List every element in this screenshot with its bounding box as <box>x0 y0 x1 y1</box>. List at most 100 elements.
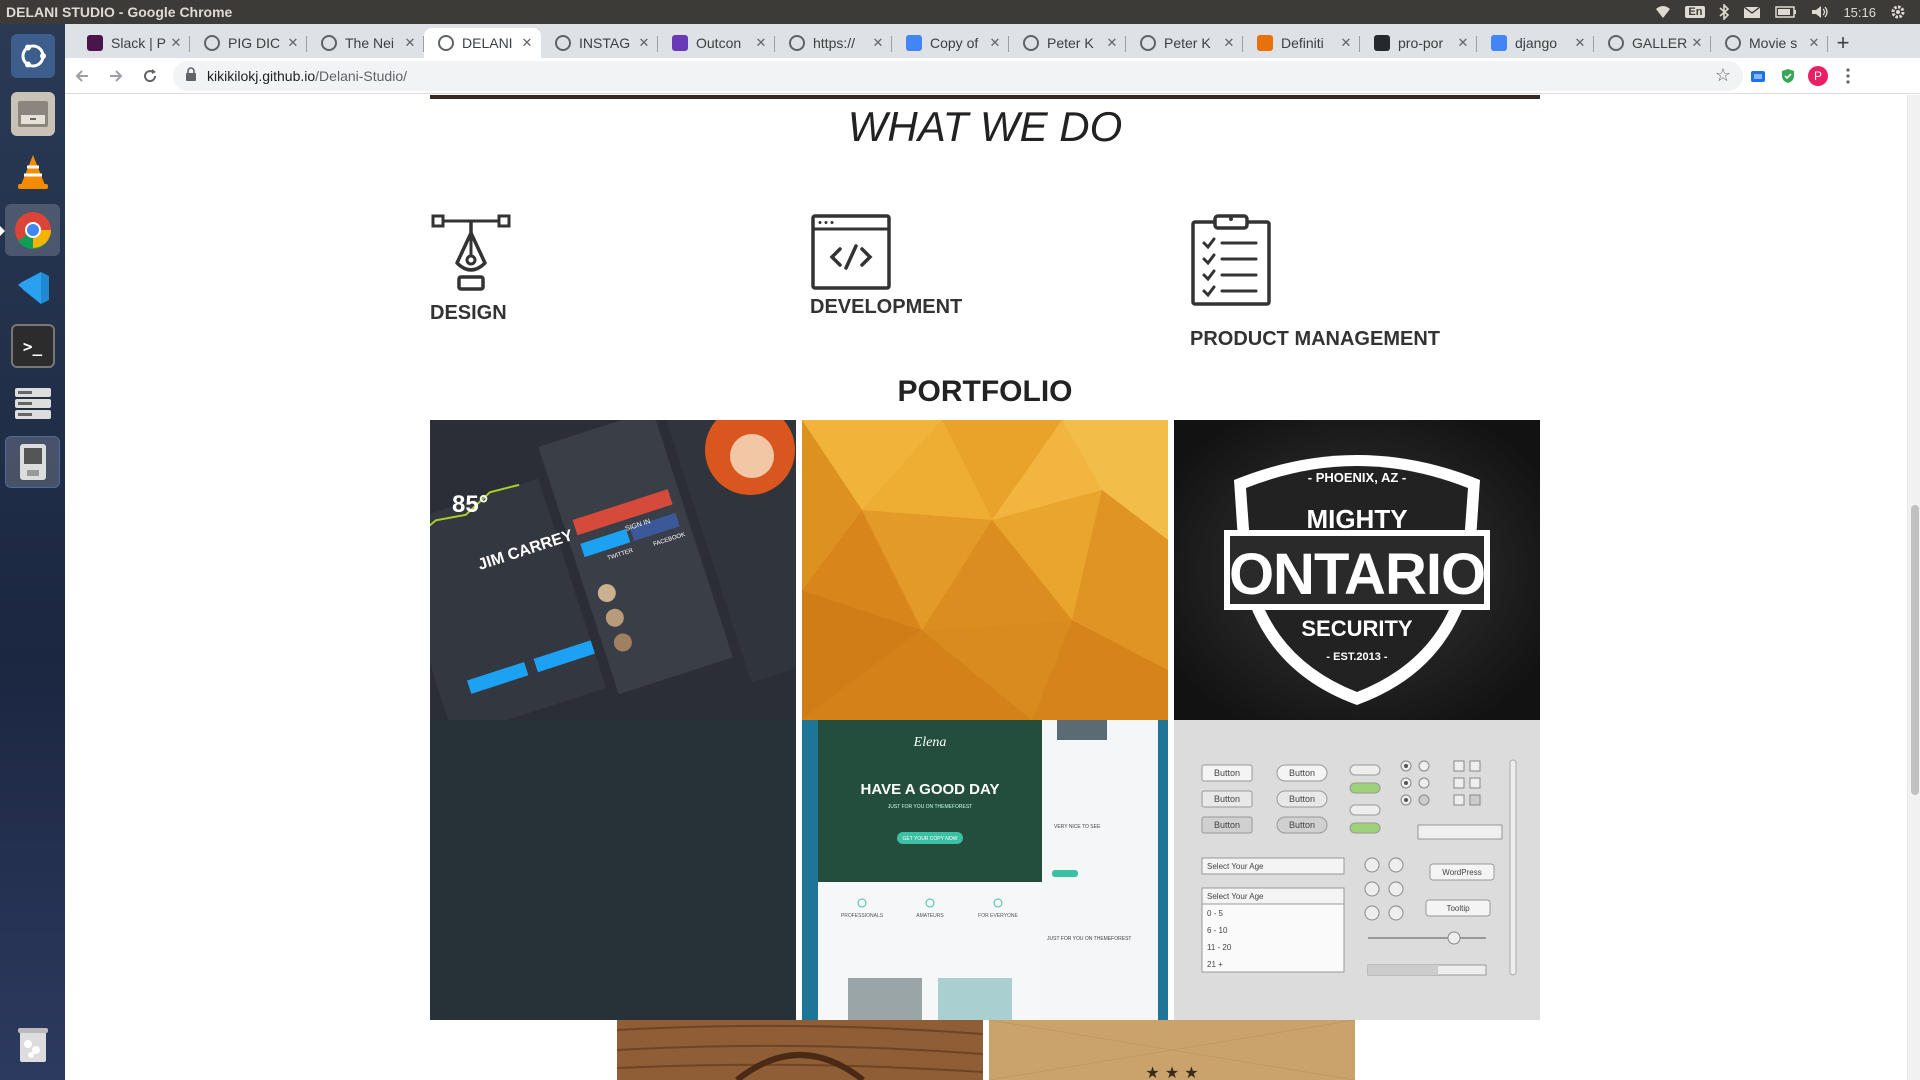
close-tab-icon[interactable]: ✕ <box>402 35 418 51</box>
service-development: DEVELOPMENT <box>810 213 962 319</box>
globe-icon <box>1140 35 1156 51</box>
launcher-vscode[interactable] <box>5 262 60 314</box>
portfolio-item-ui-kit[interactable]: 85° JIM CARREY SIGN IN TWITTER FACEBOOK <box>430 420 796 720</box>
close-tab-icon[interactable]: ✕ <box>753 35 769 51</box>
close-tab-icon[interactable]: ✕ <box>285 35 301 51</box>
close-tab-icon[interactable]: ✕ <box>1338 35 1354 51</box>
portfolio-heading: PORTFOLIO <box>897 375 1073 408</box>
badge-location: - PHOENIX, AZ - <box>1308 470 1406 485</box>
kebab-menu-icon <box>1846 67 1850 84</box>
tab-title: GALLER <box>1632 35 1688 51</box>
browser-tab[interactable]: GALLER ✕ <box>1594 28 1711 58</box>
code-window-icon[interactable] <box>810 213 892 291</box>
globe-icon <box>1023 35 1039 51</box>
launcher-chrome[interactable] <box>0 204 60 256</box>
slack-icon <box>87 35 103 51</box>
browser-tab[interactable]: Movie s ✕ <box>1711 28 1828 58</box>
button-sample-2: Button <box>1214 794 1240 804</box>
close-tab-icon[interactable]: ✕ <box>1104 35 1120 51</box>
scrollbar-thumb[interactable] <box>1911 505 1919 795</box>
address-bar[interactable]: kikikilokj.github.io/Delani-Studio/ ☆ <box>173 60 1743 91</box>
window-title: DELANI STUDIO - Google Chrome <box>6 4 233 20</box>
close-tab-icon[interactable]: ✕ <box>168 35 184 51</box>
paper-texture-artwork: ★ ★ ★ <box>989 1020 1355 1080</box>
launcher-media-device[interactable] <box>5 436 60 488</box>
elena-side-themeforest: JUST FOR YOU ON THEMEFOREST <box>1047 936 1131 942</box>
browser-tab[interactable]: Definiti ✕ <box>1243 28 1360 58</box>
launcher-vlc[interactable] <box>5 146 60 198</box>
browser-tab[interactable]: Peter K ✕ <box>1126 28 1243 58</box>
launcher-terminal[interactable]: >_ <box>5 320 60 372</box>
launcher-trash[interactable] <box>5 1018 60 1070</box>
browser-tab[interactable]: django ✕ <box>1477 28 1594 58</box>
new-tab-button[interactable]: + <box>1828 28 1858 58</box>
pen-tool-icon[interactable] <box>430 213 512 297</box>
elena-headline: HAVE A GOOD DAY <box>861 781 1000 798</box>
close-tab-icon[interactable]: ✕ <box>987 35 1003 51</box>
elena-col-everyone: FOR EVERYONE <box>978 913 1018 919</box>
reload-button[interactable] <box>133 59 167 93</box>
service-label-design: DESIGN <box>430 302 507 324</box>
mail-icon[interactable] <box>1743 5 1761 19</box>
portfolio-item-elena-template[interactable]: Elena HAVE A GOOD DAY JUST FOR YOU ON TH… <box>802 720 1168 1020</box>
lock-icon[interactable] <box>185 67 197 84</box>
launcher-disks[interactable] <box>5 378 60 430</box>
extension-shield-icon[interactable] <box>1773 68 1803 84</box>
browser-tab[interactable]: pro-por ✕ <box>1360 28 1477 58</box>
close-tab-icon[interactable]: ✕ <box>1806 35 1822 51</box>
portfolio-item-low-poly[interactable] <box>802 420 1168 720</box>
browser-tab[interactable]: https:// ✕ <box>775 28 892 58</box>
globe-icon <box>321 35 337 51</box>
browser-tab[interactable]: INSTAG ✕ <box>541 28 658 58</box>
forward-button[interactable] <box>99 59 133 93</box>
close-tab-icon[interactable]: ✕ <box>636 35 652 51</box>
close-tab-icon[interactable]: ✕ <box>519 35 535 51</box>
wordpress-tag: WordPress <box>1442 868 1481 877</box>
volume-icon[interactable] <box>1811 5 1829 19</box>
button-sample-5: Button <box>1289 794 1315 804</box>
clipboard-checklist-icon[interactable] <box>1190 213 1272 307</box>
portfolio-item-paper-logo[interactable]: ★ ★ ★ <box>989 1020 1355 1080</box>
bookmark-star-icon[interactable]: ☆ <box>1715 65 1731 86</box>
close-tab-icon[interactable]: ✕ <box>1455 35 1471 51</box>
close-tab-icon[interactable]: ✕ <box>1689 35 1705 51</box>
portfolio-item-dark[interactable] <box>430 720 796 1020</box>
ui-kit-temp: 85° <box>452 491 488 518</box>
profile-button[interactable]: P <box>1803 65 1833 86</box>
browser-tab[interactable]: Peter K ✕ <box>1009 28 1126 58</box>
elena-template-artwork: Elena HAVE A GOOD DAY JUST FOR YOU ON TH… <box>802 720 1168 1020</box>
clock[interactable]: 15:16 <box>1843 5 1876 20</box>
browser-tab[interactable]: PIG DIC ✕ <box>190 28 307 58</box>
browser-tab[interactable]: DELANI ✕ <box>424 28 541 58</box>
chrome-menu-button[interactable] <box>1833 67 1863 84</box>
close-tab-icon[interactable]: ✕ <box>870 35 886 51</box>
globe-icon <box>204 35 220 51</box>
back-button[interactable] <box>65 59 99 93</box>
battery-icon[interactable] <box>1775 6 1797 18</box>
keyboard-layout-indicator[interactable]: En <box>1685 6 1706 18</box>
extension-onetab-icon[interactable] <box>1743 68 1773 84</box>
arrow-left-icon <box>75 69 88 82</box>
url-path: /Delani-Studio/ <box>315 67 407 84</box>
portfolio-item-ui-controls[interactable]: Button Button Button Button Button Butto… <box>1174 720 1540 1020</box>
tab-title: pro-por <box>1398 35 1444 51</box>
close-tab-icon[interactable]: ✕ <box>1572 35 1588 51</box>
tab-title: INSTAG <box>579 35 631 51</box>
portfolio-item-wood-logo[interactable] <box>617 1020 983 1080</box>
terminal-icon: >_ <box>10 324 55 368</box>
wifi-icon[interactable] <box>1655 5 1671 19</box>
bluetooth-icon[interactable] <box>1719 4 1730 20</box>
page-scrollbar[interactable] <box>1907 95 1920 1080</box>
browser-tab[interactable]: The Nei ✕ <box>307 28 424 58</box>
close-tab-icon[interactable]: ✕ <box>1221 35 1237 51</box>
launcher-files[interactable] <box>5 88 60 140</box>
settings-gear-icon[interactable] <box>1890 4 1906 20</box>
browser-tab[interactable]: Outcon ✕ <box>658 28 775 58</box>
ubuntu-dash-button[interactable] <box>5 30 60 82</box>
browser-tab[interactable]: Copy of ✕ <box>892 28 1009 58</box>
elena-subline: JUST FOR YOU ON THEMEFOREST <box>888 804 972 810</box>
button-sample-4: Button <box>1289 768 1315 778</box>
select-age-1: Select Your Age <box>1207 862 1264 871</box>
portfolio-item-ontario-badge[interactable]: - PHOENIX, AZ - MIGHTY ONTARIO SECURITY … <box>1174 420 1540 720</box>
browser-tab[interactable]: Slack | P ✕ <box>73 28 190 58</box>
